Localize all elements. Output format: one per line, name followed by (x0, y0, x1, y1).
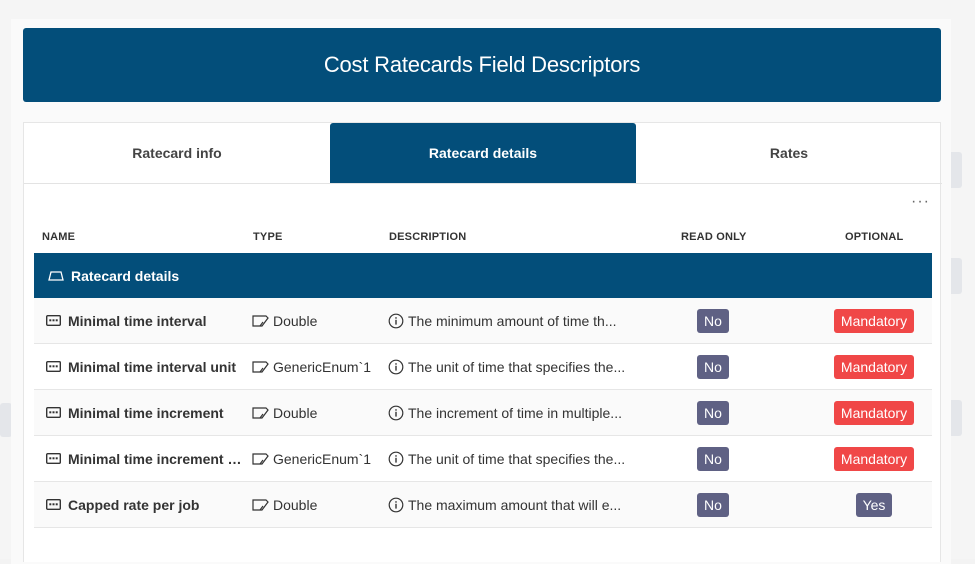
field-description: The unit of time that specifies the... (408, 358, 626, 375)
read-only-cell: No (684, 390, 742, 435)
field-name: Minimal time increment u... (68, 450, 246, 467)
field-type: GenericEnum`1 (273, 450, 372, 467)
tag-icon (252, 314, 269, 327)
tag-icon (252, 360, 269, 373)
field-icon (46, 407, 61, 418)
field-type: Double (273, 404, 318, 421)
table-row[interactable]: Minimal time interval Double The minimum… (34, 298, 932, 344)
field-type-cell: GenericEnum`1 (252, 344, 374, 389)
page-header: Cost Ratecards Field Descriptors (23, 28, 941, 102)
info-icon (388, 451, 404, 466)
field-description-cell[interactable]: The minimum amount of time th... (388, 298, 628, 343)
read-only-cell: No (684, 344, 742, 389)
field-name-cell: Capped rate per job (46, 482, 246, 527)
field-name-cell: Minimal time increment u... (46, 436, 246, 481)
field-name: Capped rate per job (68, 496, 200, 513)
field-icon (46, 499, 61, 510)
field-type: Double (273, 496, 318, 513)
column-header-read-only: READ ONLY (681, 231, 747, 243)
tab-ratecard-details[interactable]: Ratecard details (330, 123, 636, 183)
read-only-cell: No (684, 298, 742, 343)
field-type-cell: Double (252, 390, 374, 435)
column-header-description: DESCRIPTION (389, 231, 467, 243)
info-icon (388, 313, 404, 328)
optional-cell: Mandatory (829, 390, 919, 435)
field-description: The increment of time in multiple... (408, 404, 622, 421)
tag-icon (252, 498, 269, 511)
column-header-type: TYPE (253, 231, 283, 243)
group-header[interactable]: Ratecard details (34, 253, 932, 298)
field-type: Double (273, 312, 318, 329)
more-options-button[interactable]: ··· (911, 193, 930, 211)
read-only-cell: No (684, 482, 742, 527)
column-header-optional: OPTIONAL (845, 231, 904, 243)
read-only-cell: No (684, 436, 742, 481)
group-icon (48, 270, 64, 281)
read-only-badge: No (697, 308, 729, 333)
table-row[interactable]: Minimal time interval unit GenericEnum`1… (34, 344, 932, 390)
field-name: Minimal time increment (68, 404, 224, 421)
tag-icon (252, 452, 269, 465)
tab-bar: Ratecard info Ratecard details Rates (24, 123, 942, 184)
table-row[interactable]: Minimal time increment Double The increm… (34, 390, 932, 436)
optional-badge: Mandatory (833, 308, 915, 333)
field-description-cell[interactable]: The increment of time in multiple... (388, 390, 628, 435)
field-description: The unit of time that specifies the... (408, 450, 626, 467)
tab-rates[interactable]: Rates (636, 123, 942, 183)
field-table: Minimal time interval Double The minimum… (34, 298, 932, 528)
field-icon (46, 315, 61, 326)
field-description: The maximum amount that will e... (408, 496, 622, 513)
read-only-badge: No (697, 492, 729, 517)
optional-cell: Mandatory (829, 436, 919, 481)
column-header-name: NAME (42, 231, 76, 243)
field-name-cell: Minimal time interval unit (46, 344, 246, 389)
optional-badge: Mandatory (833, 354, 915, 379)
field-type-cell: Double (252, 298, 374, 343)
optional-badge: Yes (855, 492, 893, 517)
field-name-cell: Minimal time interval (46, 298, 246, 343)
optional-badge: Mandatory (833, 446, 915, 471)
field-type-cell: Double (252, 482, 374, 527)
optional-cell: Yes (829, 482, 919, 527)
field-type-cell: GenericEnum`1 (252, 436, 374, 481)
field-description: The minimum amount of time th... (408, 312, 617, 329)
field-description-cell[interactable]: The unit of time that specifies the... (388, 436, 628, 481)
optional-cell: Mandatory (829, 298, 919, 343)
read-only-badge: No (697, 400, 729, 425)
group-label: Ratecard details (71, 267, 180, 284)
read-only-badge: No (697, 446, 729, 471)
field-icon (46, 453, 61, 464)
optional-cell: Mandatory (829, 344, 919, 389)
field-name-cell: Minimal time increment (46, 390, 246, 435)
field-type: GenericEnum`1 (273, 358, 372, 375)
tag-icon (252, 406, 269, 419)
table-row[interactable]: Capped rate per job Double The maximum a… (34, 482, 932, 528)
details-card: Ratecard info Ratecard details Rates ···… (23, 122, 942, 562)
info-icon (388, 359, 404, 374)
tab-ratecard-info[interactable]: Ratecard info (24, 123, 330, 183)
field-description-cell[interactable]: The unit of time that specifies the... (388, 344, 628, 389)
optional-badge: Mandatory (833, 400, 915, 425)
read-only-badge: No (697, 354, 729, 379)
field-description-cell[interactable]: The maximum amount that will e... (388, 482, 628, 527)
field-name: Minimal time interval (68, 312, 207, 329)
info-icon (388, 497, 404, 512)
table-row[interactable]: Minimal time increment u... GenericEnum`… (34, 436, 932, 482)
field-icon (46, 361, 61, 372)
field-name: Minimal time interval unit (68, 358, 237, 375)
page-title: Cost Ratecards Field Descriptors (323, 52, 641, 77)
info-icon (388, 405, 404, 420)
